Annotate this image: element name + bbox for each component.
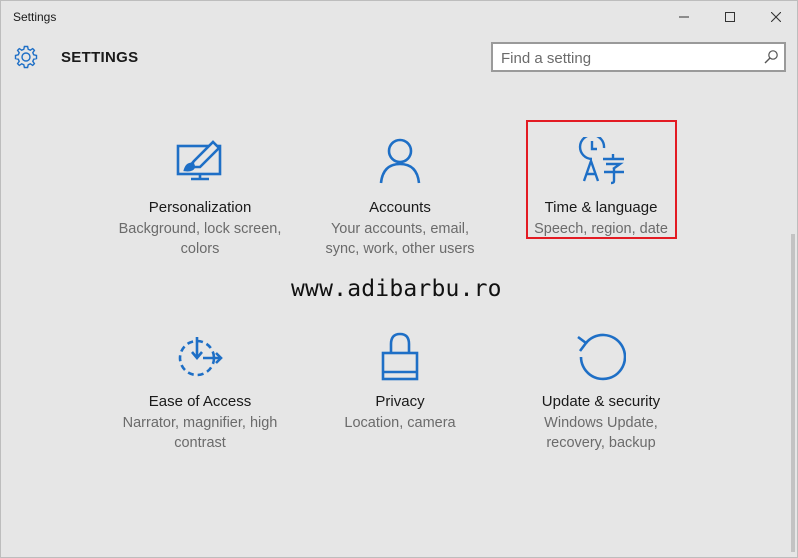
lock-icon <box>381 332 419 381</box>
maximize-icon <box>725 11 735 22</box>
tile-description: Windows Update, recovery, backup <box>544 415 658 451</box>
gear-icon <box>14 45 38 69</box>
settings-window: Settings SETTINGS Find a setting Persona… <box>0 0 798 558</box>
watermark-text: www.adibarbu.ro <box>291 276 502 302</box>
ease-of-access-icon <box>178 337 223 377</box>
close-button[interactable] <box>753 1 798 32</box>
scrollbar[interactable] <box>791 234 795 552</box>
tile-title: Privacy <box>375 393 425 410</box>
close-icon <box>771 11 781 22</box>
search-icon[interactable] <box>763 49 779 65</box>
search-box[interactable] <box>491 42 786 72</box>
title-bar: Settings <box>1 1 797 32</box>
tile-title: Personalization <box>148 199 252 216</box>
window-title: Settings <box>13 10 57 24</box>
tile-description: Location, camera <box>344 415 456 431</box>
tile-title: Accounts <box>369 199 431 216</box>
page-title: SETTINGS <box>61 49 139 66</box>
minimize-button[interactable] <box>661 1 707 32</box>
tile-description: Narrator, magnifier, high contrast <box>122 415 278 451</box>
personalization-icon <box>176 140 222 181</box>
person-icon <box>379 138 421 184</box>
highlight-box <box>526 120 677 239</box>
update-icon <box>577 333 626 381</box>
maximize-button[interactable] <box>707 1 753 32</box>
tile-title: Ease of Access <box>148 393 252 410</box>
search-input[interactable] <box>501 49 751 67</box>
settings-header: SETTINGS <box>1 33 797 81</box>
tile-description: Background, lock screen, colors <box>118 221 282 257</box>
minimize-icon <box>679 16 689 17</box>
tile-description: Your accounts, email, sync, work, other … <box>325 221 475 257</box>
tile-title: Update & security <box>541 393 661 410</box>
